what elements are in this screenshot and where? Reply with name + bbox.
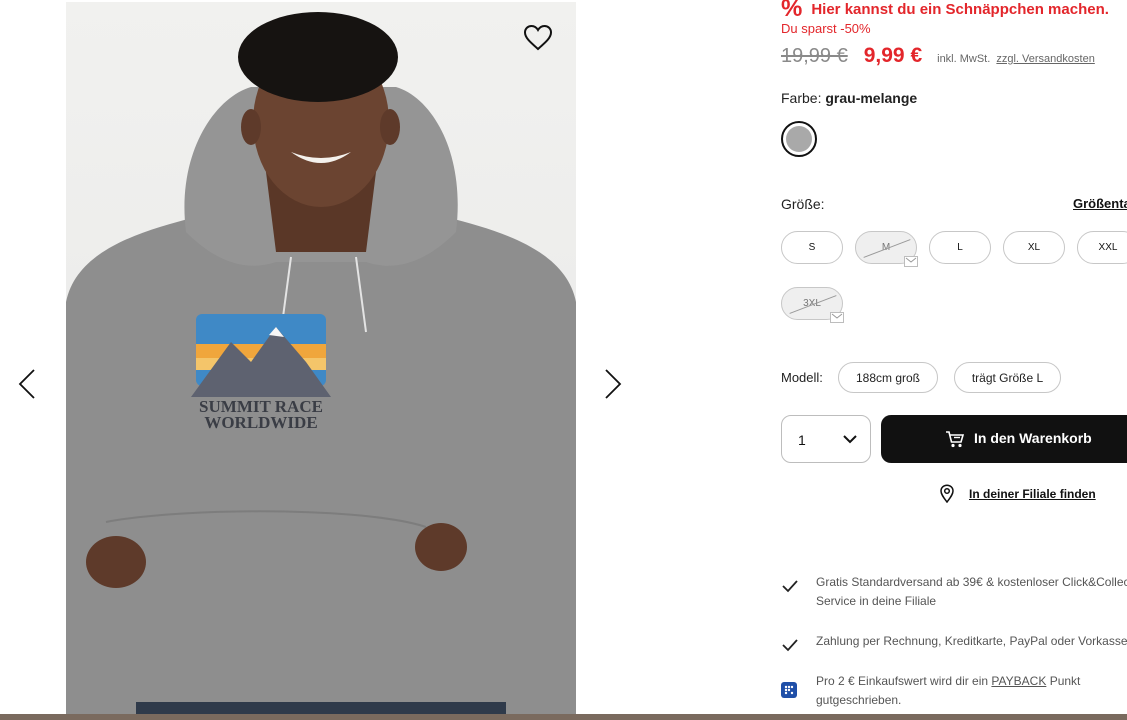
size-label: Größe: [781,196,825,212]
checkmark-icon [782,639,798,652]
new-price: 9,99 € [863,44,923,67]
color-value: grau-melange [825,90,918,106]
color-swatch-fill [786,126,812,152]
product-info: % Hier kannst du ein Schnäppchen machen.… [781,0,1127,714]
color-label-text: Farbe: [781,90,822,106]
heart-icon [523,24,553,51]
quantity-value: 1 [798,432,806,448]
percent-icon: % [781,0,803,22]
size-option-label: XL [1027,242,1041,253]
color-label: Farbe: grau-melange [781,90,917,106]
size-option-l[interactable]: L [929,231,991,264]
size-option-label: L [957,242,963,253]
payback-link[interactable]: PAYBACK [991,674,1046,688]
size-option-xxl[interactable]: XXL [1077,231,1127,264]
product-image: SUMMIT RACE WORLDWIDE [66,2,576,714]
model-label: Modell: [781,370,823,385]
old-price: 19,99 € [781,45,848,67]
location-pin-icon [940,484,954,503]
savings-text: Du sparst -50% [781,21,871,36]
payback-text-before: Pro 2 € Einkaufswert wird dir ein [816,674,989,688]
quantity-select[interactable]: 1 [781,415,871,463]
add-to-cart-label: In den Warenkorb [974,430,1092,446]
feature-payback-text: Pro 2 € Einkaufswert wird dir ein PAYBAC… [816,672,1127,710]
chevron-left-icon [18,369,35,399]
size-option-label: XXL [1098,242,1118,253]
color-swatch-grau-melange[interactable] [781,121,817,157]
add-to-cart-button[interactable]: In den Warenkorb [881,415,1127,463]
find-in-store-link[interactable]: In deiner Filiale finden [939,484,1096,503]
chevron-right-icon [605,369,622,399]
price-row: 19,99 € 9,99 € inkl. MwSt. zzgl. Versand… [781,44,1095,68]
checkmark-icon [782,580,798,593]
model-size-pill: trägt Größe L [954,362,1061,393]
tax-info: inkl. MwSt. zzgl. Versandkosten [937,53,1095,65]
feature-shipping-text: Gratis Standardversand ab 39€ & kostenlo… [816,575,1127,608]
size-option-label: S [808,242,816,253]
model-height-pill: 188cm groß [838,362,938,393]
size-option-m[interactable]: M [855,231,918,267]
shipping-cost-link[interactable]: zzgl. Versandkosten [996,53,1094,65]
mail-notify-icon [904,256,918,267]
favorite-button[interactable] [522,22,554,54]
cart-icon [946,431,965,448]
chevron-down-icon [843,435,857,444]
gallery-prev-button[interactable] [9,366,45,402]
size-option-s[interactable]: S [781,231,843,264]
gallery-next-button[interactable] [595,366,631,402]
find-in-store-label: In deiner Filiale finden [969,486,1096,501]
print-line2: WORLDWIDE [204,413,317,432]
product-gallery: SUMMIT RACE WORLDWIDE [0,0,650,720]
size-guide-link[interactable]: Größentabelle [1073,196,1127,211]
model-photo: SUMMIT RACE WORLDWIDE [66,12,576,714]
feature-payment-text: Zahlung per Rechnung, Kreditkarte, PayPa… [816,634,1127,648]
size-option-xl[interactable]: XL [1003,231,1065,264]
size-option-3xl[interactable]: 3XL [781,287,844,323]
deal-text: Hier kannst du ein Schnäppchen machen. [811,0,1109,18]
bottom-bar [0,714,1127,720]
tax-label: inkl. MwSt. [937,53,991,65]
payback-icon [781,682,797,698]
deal-banner: % Hier kannst du ein Schnäppchen machen. [781,0,1109,22]
mail-notify-icon [830,312,844,323]
